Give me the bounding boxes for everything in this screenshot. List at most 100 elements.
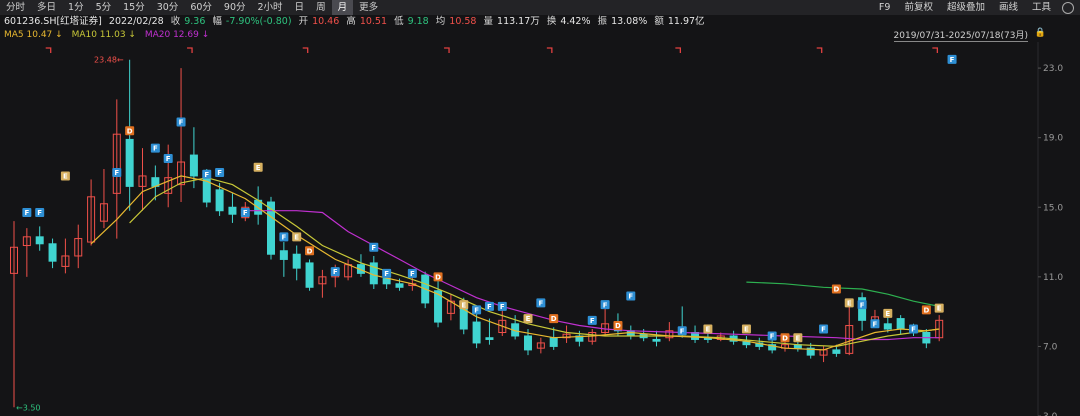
y-tick-label: 3.0 bbox=[1043, 412, 1058, 416]
tab-more[interactable]: 更多 bbox=[353, 0, 384, 15]
quote-info-bar: 601236.SH[红塔证券] 2022/02/28 收 9.36 幅 -7.90%… bbox=[4, 15, 709, 29]
candle-body bbox=[35, 236, 44, 245]
event-marker-letter: D bbox=[435, 273, 441, 281]
event-marker-letter: F bbox=[911, 326, 916, 334]
event-marker-letter: E bbox=[526, 315, 531, 323]
event-marker-letter: F bbox=[204, 171, 209, 179]
tab-2hour[interactable]: 2小时 bbox=[252, 0, 289, 15]
adjust-button[interactable]: 前复权 bbox=[897, 0, 940, 15]
close-value: 9.36 bbox=[184, 16, 206, 27]
tab-month[interactable]: 月 bbox=[331, 0, 354, 15]
candle-body bbox=[202, 175, 211, 203]
tab-day[interactable]: 日 bbox=[289, 0, 311, 15]
tab-1min[interactable]: 1分 bbox=[62, 0, 90, 15]
event-marker-letter: E bbox=[795, 334, 800, 342]
candle-body bbox=[125, 138, 134, 187]
circle-icon[interactable] bbox=[1062, 1, 1074, 14]
avg-label: 均 bbox=[435, 16, 446, 27]
event-marker-letter: E bbox=[744, 326, 749, 334]
candle-body bbox=[48, 243, 57, 262]
tab-60min[interactable]: 60分 bbox=[184, 0, 218, 15]
candlestick-chart[interactable]: 23.019.015.011.07.03.0FFEFDFFFFFFEFEDFFF… bbox=[0, 42, 1080, 416]
y-tick-label: 15.0 bbox=[1043, 203, 1063, 213]
draw-line-button[interactable]: 画线 bbox=[992, 0, 1025, 15]
volume-value: 113.17万 bbox=[497, 16, 540, 27]
high-value: 10.51 bbox=[359, 16, 388, 27]
event-marker-letter: D bbox=[833, 286, 839, 294]
event-marker-letter: F bbox=[590, 317, 595, 325]
amount-label: 额 bbox=[654, 16, 664, 27]
event-marker-letter: F bbox=[628, 293, 633, 301]
candle-body bbox=[189, 154, 198, 177]
candle-body bbox=[832, 349, 841, 354]
lock-icon[interactable]: 🔒 bbox=[1035, 28, 1046, 38]
period-flag-icon bbox=[302, 47, 309, 53]
toolbar-right: F9 前复权 超级叠加 画线 工具 bbox=[872, 0, 1080, 15]
ma5-legend: MA5 10.47 ↓ bbox=[4, 30, 63, 40]
tab-multi-day[interactable]: 多日 bbox=[31, 0, 62, 15]
open-label: 开 bbox=[298, 16, 309, 27]
ma20-legend: MA20 12.69 ↓ bbox=[144, 30, 210, 40]
event-marker-letter: F bbox=[603, 301, 608, 309]
candle-body bbox=[267, 201, 275, 255]
tab-5min[interactable]: 5分 bbox=[90, 0, 118, 15]
open-value: 10.46 bbox=[312, 16, 340, 27]
close-label: 收 bbox=[170, 16, 181, 27]
tab-30min[interactable]: 30分 bbox=[151, 0, 185, 15]
overlay-button[interactable]: 超级叠加 bbox=[940, 0, 992, 15]
event-marker-letter: F bbox=[333, 268, 338, 276]
event-marker-letter: F bbox=[217, 169, 222, 177]
candle-body bbox=[382, 278, 391, 285]
volume-label: 量 bbox=[483, 16, 494, 27]
date-range-selector[interactable]: 2019/07/31-2025/07/18(73月) bbox=[893, 28, 1028, 42]
ma10-legend: MA10 11.03 ↓ bbox=[71, 30, 136, 40]
event-marker-letter: F bbox=[487, 303, 492, 311]
event-marker-letter: F bbox=[821, 326, 826, 334]
tools-button[interactable]: 工具 bbox=[1025, 0, 1058, 15]
y-tick-label: 7.0 bbox=[1043, 342, 1058, 352]
turnover-value: 4.42% bbox=[560, 16, 591, 27]
event-marker-letter: E bbox=[706, 326, 711, 334]
event-marker-letter: E bbox=[461, 301, 466, 309]
y-tick-label: 19.0 bbox=[1043, 134, 1063, 144]
candle-body bbox=[524, 335, 532, 351]
event-marker-letter: E bbox=[256, 164, 261, 172]
tab-week[interactable]: 周 bbox=[310, 0, 332, 15]
tab-15min[interactable]: 15分 bbox=[117, 0, 151, 15]
event-marker-letter: F bbox=[680, 327, 685, 335]
high-label: 高 bbox=[346, 16, 356, 27]
candle-body bbox=[395, 283, 404, 288]
candle-body bbox=[292, 253, 301, 269]
event-marker-letter: F bbox=[114, 169, 119, 177]
low-label: 低 bbox=[394, 16, 404, 27]
tab-fenshi[interactable]: 分时 bbox=[0, 0, 31, 15]
event-marker-letter: D bbox=[782, 334, 788, 342]
high-price-label: 23.48← bbox=[94, 56, 124, 65]
stock-code: 601236.SH[红塔证券] bbox=[4, 16, 102, 27]
period-flag-icon bbox=[816, 47, 823, 53]
tab-90min[interactable]: 90分 bbox=[218, 0, 252, 15]
change-value: -7.90%(-0.80) bbox=[225, 16, 292, 27]
period-flag-icon bbox=[932, 47, 938, 53]
candle-body bbox=[472, 321, 481, 344]
y-tick-label: 11.0 bbox=[1043, 273, 1063, 283]
turnover-label: 换 bbox=[546, 16, 557, 27]
amount-value: 11.97亿 bbox=[667, 16, 705, 27]
event-marker-letter: F bbox=[243, 209, 248, 217]
quote-date: 2022/02/28 bbox=[108, 16, 164, 27]
period-flag-icon bbox=[546, 47, 553, 53]
y-tick-label: 23.0 bbox=[1043, 64, 1063, 74]
candle-body bbox=[626, 330, 635, 337]
ma-extra-line bbox=[746, 281, 940, 307]
event-marker-letter: D bbox=[615, 322, 621, 330]
candle-body bbox=[652, 338, 661, 342]
candle-body bbox=[279, 250, 288, 260]
candle-body bbox=[896, 318, 905, 330]
period-flag-icon bbox=[187, 47, 193, 53]
event-marker-letter: F bbox=[950, 56, 955, 64]
f9-button[interactable]: F9 bbox=[872, 0, 898, 15]
event-marker-letter: F bbox=[153, 145, 158, 153]
event-marker-letter: F bbox=[179, 119, 184, 127]
event-marker-letter: F bbox=[500, 303, 505, 311]
low-value: 9.18 bbox=[407, 16, 429, 27]
